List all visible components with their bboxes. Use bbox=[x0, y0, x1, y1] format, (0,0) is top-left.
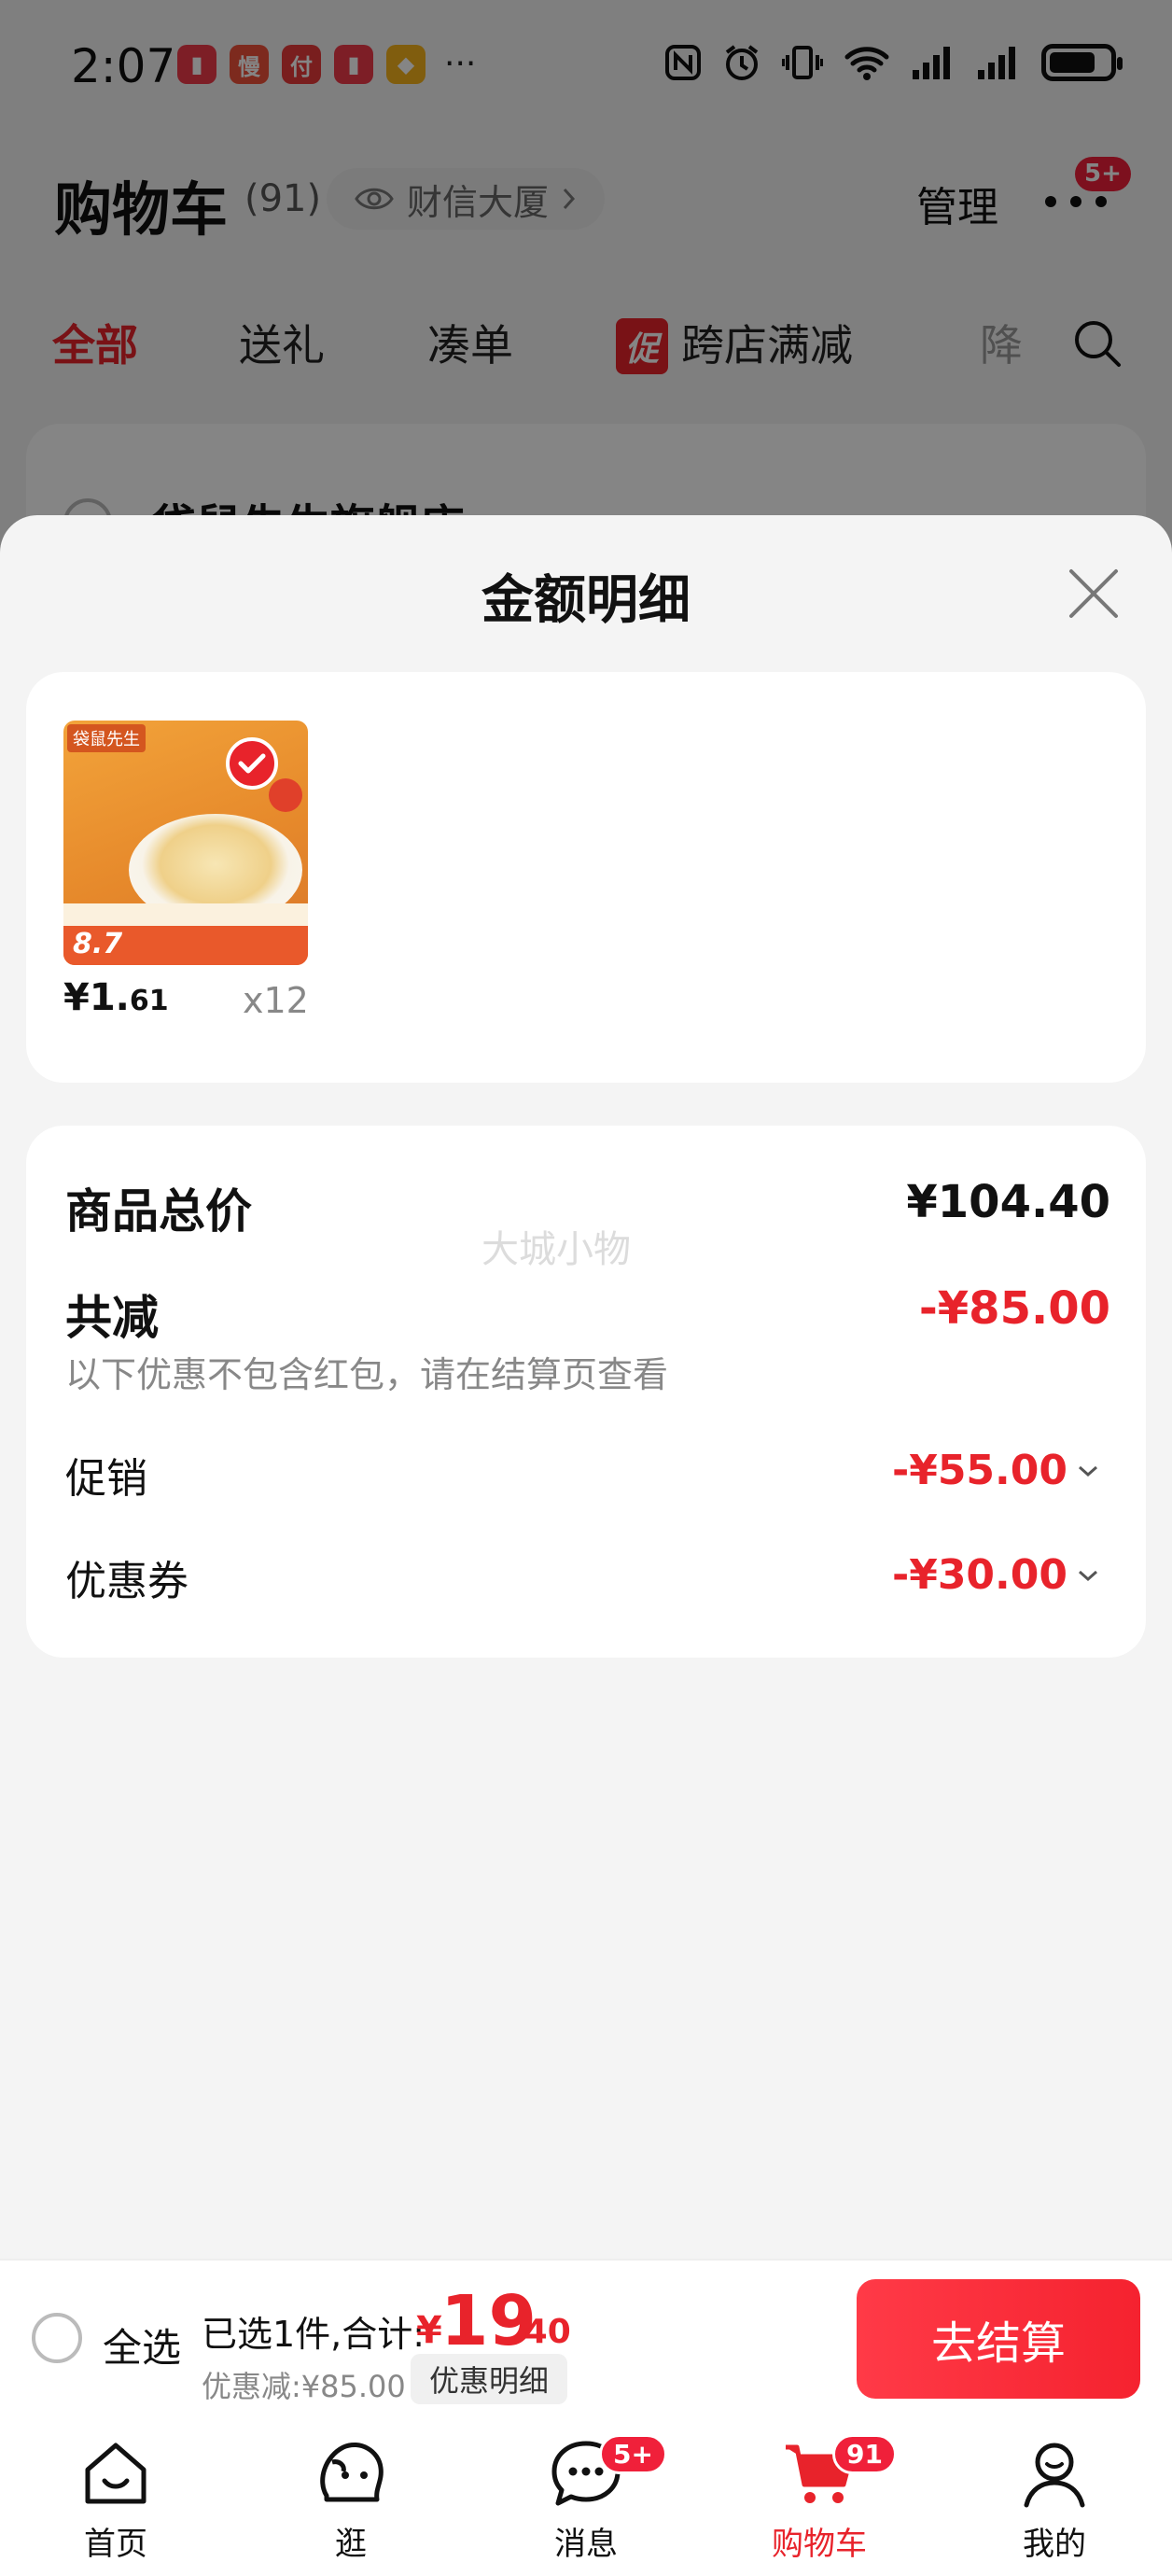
discount-value: -¥85.00 bbox=[918, 1282, 1110, 1335]
product-card: 袋鼠先生 8.7 ¥1.61 x12 bbox=[26, 672, 1146, 1083]
tab-browse-label: 逛 bbox=[335, 2526, 367, 2563]
home-icon bbox=[77, 2434, 155, 2513]
tab-profile-label: 我的 bbox=[1023, 2526, 1086, 2563]
price-summary-card: 大城小物 商品总价 ¥104.40 共减 -¥85.00 以下优惠不包含红包，请… bbox=[26, 1126, 1146, 1658]
image-price: 8.7 bbox=[73, 928, 123, 960]
total-value: ¥104.40 bbox=[906, 1176, 1110, 1228]
promo-row-toggle[interactable]: -¥55.00 bbox=[892, 1447, 1099, 1494]
coupon-label: 优惠券 bbox=[65, 1558, 188, 1605]
browse-icon bbox=[312, 2434, 390, 2513]
tab-messages-label: 消息 bbox=[554, 2526, 618, 2563]
product-price-int: ¥1. bbox=[63, 976, 130, 1019]
profile-icon bbox=[1015, 2434, 1094, 2513]
total-currency: ¥ bbox=[416, 2309, 442, 2352]
checkout-button[interactable]: 去结算 bbox=[857, 2279, 1140, 2399]
discount-label: 共减 bbox=[65, 1291, 159, 1345]
tab-home-label: 首页 bbox=[84, 2526, 147, 2563]
selected-count-text: 已选1件,合计: bbox=[202, 2314, 426, 2355]
cart-badge: 91 bbox=[832, 2434, 897, 2474]
discount-summary: 优惠减:¥85.00 bbox=[202, 2369, 406, 2404]
image-price-tag: 8.7 bbox=[63, 926, 308, 965]
tab-cart-label: 购物车 bbox=[772, 2526, 867, 2563]
close-icon[interactable] bbox=[1064, 564, 1123, 623]
chevron-down-icon bbox=[1079, 1570, 1097, 1581]
chevron-down-icon bbox=[1079, 1465, 1097, 1477]
total-amount-dec: .40 bbox=[511, 2313, 571, 2351]
sheet-title: 金额明细 bbox=[481, 570, 691, 631]
total-label: 商品总价 bbox=[65, 1184, 252, 1239]
check-icon bbox=[226, 737, 278, 790]
watermark: 大城小物 bbox=[481, 1228, 631, 1271]
product-price-dec: 61 bbox=[129, 985, 169, 1017]
promo-label: 促销 bbox=[65, 1455, 147, 1503]
coupon-row-toggle[interactable]: -¥30.00 bbox=[892, 1551, 1099, 1599]
select-all-radio[interactable] bbox=[32, 2313, 82, 2363]
tab-messages[interactable]: 5+ 消息 bbox=[493, 2434, 679, 2564]
tab-browse[interactable]: 逛 bbox=[258, 2434, 444, 2564]
promo-value: -¥55.00 bbox=[891, 1447, 1067, 1494]
product-quantity: x12 bbox=[243, 980, 309, 1021]
amount-detail-sheet: 金额明细 袋鼠先生 8.7 ¥1.61 x12 大城小物 商品总价 ¥104.4… bbox=[0, 515, 1172, 2576]
checkout-bar: 全选 已选1件,合计: ¥ 19 .40 优惠减:¥85.00 优惠明细 去结算 bbox=[0, 2259, 1172, 2417]
product-price: ¥1.61 bbox=[63, 976, 169, 1019]
discount-detail-button[interactable]: 优惠明细 bbox=[411, 2354, 568, 2404]
package-strip bbox=[63, 903, 308, 926]
coupon-value: -¥30.00 bbox=[891, 1551, 1067, 1599]
product-shop-label: 袋鼠先生 bbox=[67, 724, 146, 752]
messages-badge: 5+ bbox=[599, 2434, 667, 2474]
tab-profile[interactable]: 我的 bbox=[961, 2434, 1148, 2564]
discount-note: 以下优惠不包含红包，请在结算页查看 bbox=[65, 1354, 669, 1395]
tab-cart[interactable]: 91 购物车 bbox=[726, 2434, 913, 2564]
bottom-tab-bar: 首页 逛 5+ 消息 91 购物车 我的 bbox=[0, 2417, 1172, 2576]
product-image[interactable]: 袋鼠先生 8.7 bbox=[63, 721, 308, 965]
tab-home[interactable]: 首页 bbox=[22, 2434, 209, 2564]
tomato-graphic bbox=[269, 778, 302, 812]
select-all-label[interactable]: 全选 bbox=[103, 2317, 181, 2373]
